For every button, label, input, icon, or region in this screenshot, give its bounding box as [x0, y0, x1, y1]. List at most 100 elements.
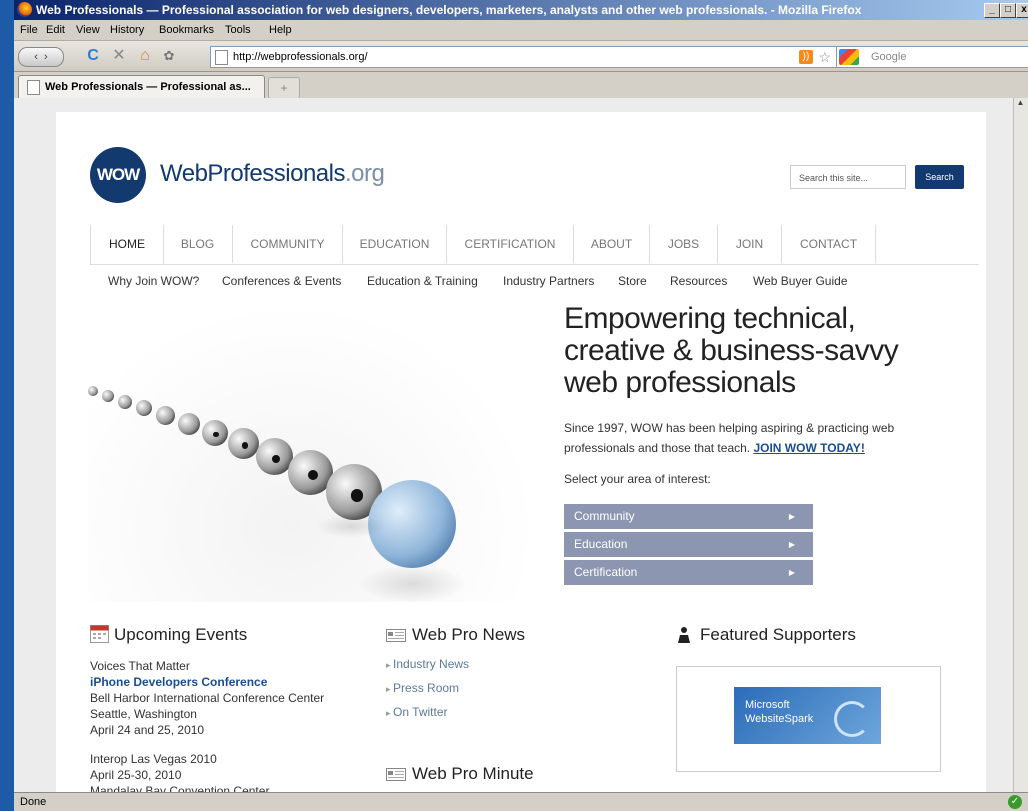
- page-icon: [215, 50, 228, 65]
- tab-web-professionals[interactable]: Web Professionals — Professional as...: [18, 75, 265, 99]
- new-tab-button[interactable]: +: [268, 77, 300, 99]
- hero-spheres-image: [88, 302, 538, 602]
- url-bar[interactable]: http://webprofessionals.org/ )) ☆ ▼: [210, 46, 852, 68]
- area-label: Community: [574, 509, 635, 523]
- events-heading: Upcoming Events: [114, 625, 248, 644]
- subnav-education-training[interactable]: Education & Training: [367, 274, 478, 288]
- menu-tools[interactable]: Tools: [225, 20, 251, 40]
- tab-page-icon: [27, 80, 40, 95]
- nav-join[interactable]: JOIN: [718, 225, 782, 263]
- menu-bar: File Edit View History Bookmarks Tools H…: [14, 20, 1028, 41]
- logo-line-1: Microsoft: [745, 699, 790, 711]
- site-search-input[interactable]: Search this site...: [790, 165, 906, 189]
- menu-history[interactable]: History: [110, 20, 144, 40]
- logo-name: WebProfessionals: [160, 160, 345, 187]
- status-bar: Done ✓: [14, 792, 1028, 811]
- arrow-right-icon: ▶: [788, 540, 795, 549]
- firefox-window: Web Professionals — Professional associa…: [14, 0, 1028, 811]
- news-link-industry[interactable]: Industry News: [386, 657, 469, 671]
- nav-contact[interactable]: CONTACT: [782, 225, 876, 263]
- subnav-resources[interactable]: Resources: [670, 274, 727, 288]
- nav-about[interactable]: ABOUT: [574, 225, 650, 263]
- microsoft-websitespark-logo[interactable]: Microsoft WebsiteSpark: [734, 687, 881, 744]
- subnav-store[interactable]: Store: [618, 274, 647, 288]
- event-venue: Bell Harbor International Conference Cen…: [90, 691, 325, 705]
- calendar-icon: [90, 625, 109, 643]
- event-series: Voices That Matter: [90, 659, 190, 673]
- page-viewport: WOW WebProfessionals.org Search this sit…: [14, 98, 1014, 792]
- supporters-heading: Featured Supporters: [700, 625, 856, 644]
- menu-help[interactable]: Help: [269, 20, 292, 40]
- nav-home[interactable]: HOME: [90, 225, 164, 264]
- supporter-box: Microsoft WebsiteSpark: [676, 666, 941, 772]
- area-label: Certification: [574, 565, 638, 579]
- menu-view[interactable]: View: [76, 20, 100, 40]
- award-icon: [678, 627, 690, 643]
- subnav-why-join[interactable]: Why Join WOW?: [108, 274, 199, 288]
- arrow-right-icon: ▶: [788, 568, 795, 577]
- site-logo-text[interactable]: WebProfessionals.org: [160, 160, 385, 188]
- spark-icon: [834, 701, 870, 737]
- google-engine-icon[interactable]: [839, 49, 859, 65]
- close-button[interactable]: x: [1016, 3, 1028, 18]
- search-bar-placeholder: Google: [871, 51, 907, 63]
- arrow-right-icon: ▶: [788, 512, 795, 521]
- web-page: WOW WebProfessionals.org Search this sit…: [56, 112, 986, 792]
- search-bar[interactable]: Google ⌕: [836, 46, 1028, 68]
- area-certification[interactable]: Certification ▶: [564, 560, 813, 585]
- url-text: http://webprofessionals.org/: [233, 51, 368, 63]
- wow-logo-badge[interactable]: WOW: [90, 147, 146, 203]
- minimize-button[interactable]: _: [984, 3, 1000, 18]
- menu-bookmarks[interactable]: Bookmarks: [159, 20, 214, 40]
- menu-edit[interactable]: Edit: [46, 20, 65, 40]
- addon-icon[interactable]: ✿: [160, 47, 178, 65]
- reload-icon[interactable]: C: [84, 47, 102, 65]
- area-education[interactable]: Education ▶: [564, 532, 813, 557]
- area-select-label: Select your area of interest:: [564, 472, 711, 486]
- rss-feed-icon[interactable]: )): [799, 50, 813, 64]
- logo-tld: .org: [344, 160, 385, 187]
- event-title-link[interactable]: iPhone Developers Conference: [90, 674, 267, 690]
- event-date: April 25-30, 2010: [90, 768, 182, 782]
- firefox-logo-icon: [17, 2, 32, 17]
- title-bar: Web Professionals — Professional associa…: [14, 0, 1028, 20]
- back-forward-button[interactable]: ‹ ›: [18, 47, 64, 67]
- scroll-up-icon[interactable]: ▲: [1014, 98, 1027, 112]
- minute-heading: Web Pro Minute: [412, 764, 534, 783]
- bookmark-star-icon[interactable]: ☆: [818, 47, 831, 67]
- news-link-press[interactable]: Press Room: [386, 681, 459, 695]
- subnav-conferences[interactable]: Conferences & Events: [222, 274, 341, 288]
- status-text: Done: [20, 796, 47, 808]
- hero-description: Since 1997, WOW has been helping aspirin…: [564, 418, 944, 458]
- event-venue: Mandalay Bay Convention Center: [90, 784, 270, 792]
- event-city: Seattle, Washington: [90, 707, 197, 721]
- nav-blog[interactable]: BLOG: [163, 225, 233, 263]
- logo-line-2: WebsiteSpark: [745, 713, 814, 725]
- area-label: Education: [574, 537, 628, 551]
- stop-icon[interactable]: ✕: [110, 47, 128, 65]
- nav-education[interactable]: EDUCATION: [343, 225, 447, 263]
- menu-file[interactable]: File: [20, 20, 38, 40]
- join-wow-link[interactable]: JOIN WOW TODAY!: [753, 441, 864, 455]
- tab-bar: Web Professionals — Professional as... +: [14, 72, 1028, 99]
- hero-title: Empowering technical, creative & busines…: [564, 302, 899, 399]
- event-date: April 24 and 25, 2010: [90, 723, 205, 737]
- nav-certification[interactable]: CERTIFICATION: [447, 225, 574, 263]
- nav-jobs[interactable]: JOBS: [650, 225, 718, 263]
- subnav-industry-partners[interactable]: Industry Partners: [503, 274, 594, 288]
- tab-label: Web Professionals — Professional as...: [45, 81, 251, 93]
- news-link-twitter[interactable]: On Twitter: [386, 705, 447, 719]
- main-navigation: HOME BLOG COMMUNITY EDUCATION CERTIFICAT…: [90, 225, 979, 265]
- newspaper-icon: [386, 629, 406, 642]
- area-community[interactable]: Community ▶: [564, 504, 813, 529]
- vertical-scrollbar[interactable]: ▲: [1013, 98, 1028, 792]
- subnav-web-buyer-guide[interactable]: Web Buyer Guide: [753, 274, 848, 288]
- nav-community[interactable]: COMMUNITY: [233, 225, 343, 263]
- home-icon[interactable]: ⌂: [136, 47, 154, 65]
- maximize-button[interactable]: □: [1000, 3, 1016, 18]
- window-title: Web Professionals — Professional associa…: [36, 3, 862, 17]
- status-ok-icon: ✓: [1008, 795, 1022, 809]
- navigation-toolbar: ‹ › C ✕ ⌂ ✿ http://webprofessionals.org/…: [14, 41, 1028, 72]
- site-search-button[interactable]: Search: [915, 165, 964, 189]
- news-heading: Web Pro News: [412, 625, 526, 644]
